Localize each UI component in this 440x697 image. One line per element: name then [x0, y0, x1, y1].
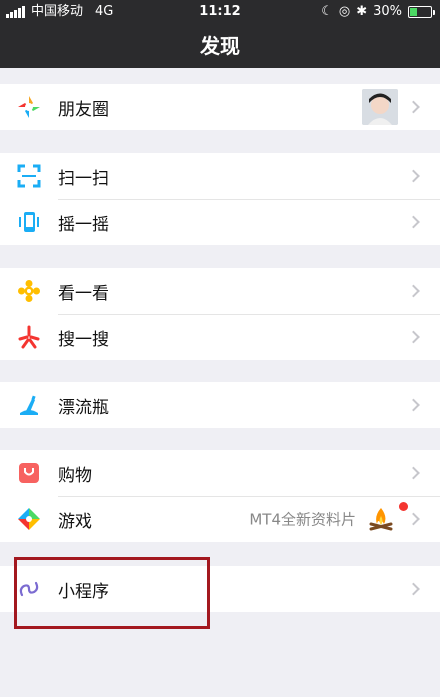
campfire-icon [364, 502, 398, 536]
list-item-scan[interactable]: 扫一扫 [0, 153, 440, 199]
top-stories-label: 看一看 [58, 283, 109, 304]
chevron-right-icon [407, 398, 420, 412]
chevron-right-icon [407, 215, 420, 229]
shopping-label: 购物 [58, 465, 92, 486]
group-top-stories-search: 看一看 搜一搜 [0, 268, 440, 360]
list-item-shopping[interactable]: 购物 [0, 450, 440, 496]
moments-icon [16, 94, 42, 120]
list-item-top-stories[interactable]: 看一看 [0, 268, 440, 314]
shake-label: 摇一摇 [58, 214, 109, 235]
moon-icon: ☾ [321, 4, 333, 19]
games-label: 游戏 [58, 511, 92, 532]
shopping-icon [16, 460, 42, 486]
battery-percent: 30% [373, 4, 402, 19]
group-scan-shake: 扫一扫 摇一摇 [0, 153, 440, 245]
chevron-right-icon [407, 100, 420, 114]
games-promo-text: MT4全新资料片 [249, 510, 356, 529]
search-label: 搜一搜 [58, 329, 109, 350]
chevron-right-icon [407, 330, 420, 344]
avatar [362, 89, 398, 125]
search-icon [16, 324, 42, 350]
top-bar: 中国移动 4G 11:12 ☾ ◎ ✱ 30% 发现 [0, 0, 440, 68]
list-item-moments[interactable]: 朋友圈 [0, 84, 440, 130]
list-item-bottle[interactable]: 漂流瓶 [0, 382, 440, 428]
top-stories-icon [16, 278, 42, 304]
page-title: 发现 [200, 34, 240, 58]
status-bar: 中国移动 4G 11:12 ☾ ◎ ✱ 30% [0, 0, 440, 24]
group-shopping-games: 购物 游戏 MT4全新资料片 [0, 450, 440, 542]
bottle-label: 漂流瓶 [58, 397, 109, 418]
group-moments: 朋友圈 [0, 84, 440, 130]
list-item-search[interactable]: 搜一搜 [0, 314, 440, 360]
notification-badge [399, 502, 408, 511]
mini-programs-label: 小程序 [58, 581, 109, 602]
chevron-right-icon [407, 169, 420, 183]
list-item-mini-programs[interactable]: 小程序 [0, 566, 440, 612]
chevron-right-icon [407, 284, 420, 298]
shake-icon [16, 209, 42, 235]
scan-label: 扫一扫 [58, 168, 109, 189]
list-item-games[interactable]: 游戏 MT4全新资料片 [0, 496, 440, 542]
chevron-right-icon [407, 512, 420, 526]
group-mini-programs: 小程序 [0, 566, 440, 612]
bottle-icon [16, 392, 42, 418]
group-bottle: 漂流瓶 [0, 382, 440, 428]
location-icon: ◎ [338, 4, 351, 19]
list-item-shake[interactable]: 摇一摇 [0, 199, 440, 245]
games-icon [16, 506, 42, 532]
bluetooth-icon: ✱ [356, 4, 368, 19]
scan-icon [16, 163, 42, 189]
moments-label: 朋友圈 [58, 99, 109, 120]
chevron-right-icon [407, 466, 420, 480]
battery-icon [408, 6, 435, 18]
mini-program-icon [16, 576, 42, 602]
chevron-right-icon [407, 582, 420, 596]
